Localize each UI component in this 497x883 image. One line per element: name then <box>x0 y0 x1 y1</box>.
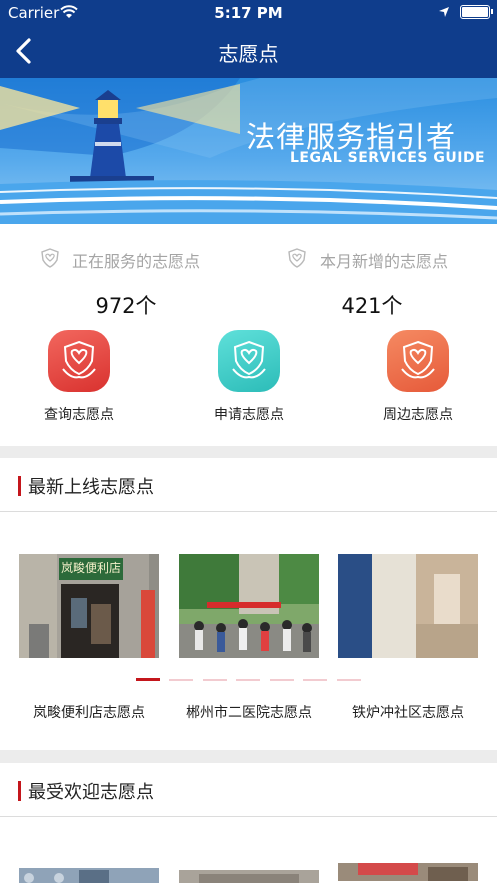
apply-site-icon <box>218 330 280 392</box>
page-title: 志愿点 <box>218 42 279 66</box>
site-card[interactable]: 岚畯便利店 岚畯便利店志愿点 <box>19 554 159 722</box>
site-photo[interactable] <box>179 870 319 883</box>
serving-count-value: 972个 <box>95 294 157 318</box>
navigation-bar: Carrier 5:17 PM 志愿点 <box>0 0 497 78</box>
carousel-dot[interactable] <box>136 678 160 681</box>
site-caption: 铁炉冲社区志愿点 <box>352 705 464 721</box>
new-this-month-label: 本月新增的志愿点 <box>320 252 449 271</box>
query-sites-icon <box>48 330 110 392</box>
new-this-month-value: 421个 <box>341 294 403 318</box>
apply-site-button[interactable]: 申请志愿点 <box>189 330 309 426</box>
section-accent-bar <box>18 781 21 801</box>
nearby-sites-icon <box>387 330 449 392</box>
query-sites-button[interactable]: 查询志愿点 <box>19 330 139 426</box>
shop-sign-text: 岚畯便利店 <box>61 561 122 575</box>
site-card[interactable]: 铁炉冲社区志愿点 <box>338 554 478 722</box>
battery-icon <box>460 5 493 19</box>
carousel-dot[interactable] <box>303 679 327 681</box>
status-bar: Carrier 5:17 PM <box>0 0 497 26</box>
nearby-sites-button[interactable]: 周边志愿点 <box>358 330 478 426</box>
carousel-dot[interactable] <box>203 679 227 681</box>
serving-count-label: 正在服务的志愿点 <box>72 252 201 271</box>
section-title: 最受欢迎志愿点 <box>28 782 154 803</box>
site-photo <box>179 554 319 658</box>
site-photo: 岚畯便利店 <box>19 554 159 658</box>
nearby-sites-label: 周边志愿点 <box>383 407 453 423</box>
volunteer-badge-icon <box>41 248 59 268</box>
popular-sites-section: 最受欢迎志愿点 <box>0 763 497 883</box>
section-accent-bar <box>18 476 21 496</box>
banner-subtitle: LEGAL SERVICES GUIDE <box>290 150 486 166</box>
site-photo <box>338 554 478 658</box>
site-photo[interactable] <box>19 868 159 883</box>
carousel-dot[interactable] <box>169 679 193 681</box>
location-arrow-icon <box>439 7 449 17</box>
site-caption: 郴州市二医院志愿点 <box>186 705 312 721</box>
volunteer-badge-icon <box>288 248 306 268</box>
site-card[interactable]: 郴州市二医院志愿点 <box>179 554 319 722</box>
carousel-dot[interactable] <box>236 679 260 681</box>
query-sites-label: 查询志愿点 <box>44 407 114 423</box>
site-photo[interactable] <box>338 863 478 881</box>
carousel-dot[interactable] <box>337 679 361 681</box>
section-title: 最新上线志愿点 <box>28 477 154 498</box>
apply-site-label: 申请志愿点 <box>214 407 284 423</box>
carousel-dot[interactable] <box>270 679 294 681</box>
banner[interactable]: 法律服务指引者 LEGAL SERVICES GUIDE <box>0 78 497 224</box>
latest-sites-section: 最新上线志愿点 岚畯便利店 岚畯便利店志愿点 郴州市二医院志愿点 铁炉冲社区志愿… <box>0 458 497 750</box>
section-header: 最受欢迎志愿点 <box>0 763 497 817</box>
site-caption: 岚畯便利店志愿点 <box>33 705 145 721</box>
stats-panel: 正在服务的志愿点 972个 本月新增的志愿点 421个 查询志愿点 申请志愿点 <box>0 224 497 446</box>
clock: 5:17 PM <box>214 4 283 22</box>
section-header: 最新上线志愿点 <box>0 458 497 512</box>
